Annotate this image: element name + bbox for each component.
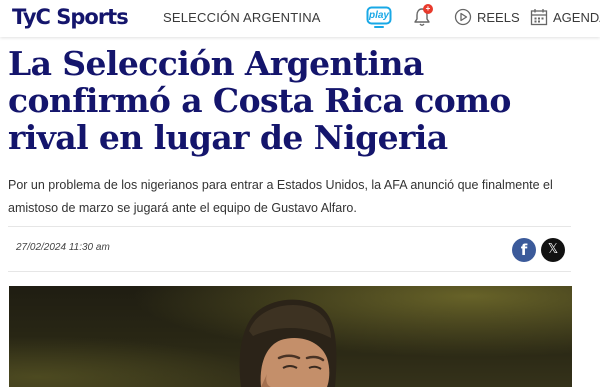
article-lead: Por un problema de los nigerianos para e… bbox=[8, 178, 553, 215]
reels-label: REELS bbox=[477, 9, 520, 25]
agenda-link[interactable]: AGENDA bbox=[530, 7, 600, 27]
share-x-button[interactable]: 𝕏 bbox=[541, 238, 565, 262]
article-title: La Selección Argentina confirmó a Costa … bbox=[8, 44, 511, 157]
nav-seleccion-argentina[interactable]: SELECCIÓN ARGENTINA bbox=[163, 10, 321, 26]
agenda-label: AGENDA bbox=[553, 9, 600, 25]
publish-date: 27/02/2024 11:30 am bbox=[16, 242, 110, 253]
play-circle-icon bbox=[454, 8, 472, 26]
share-facebook-button[interactable]: f bbox=[512, 238, 536, 262]
notification-badge: + bbox=[423, 4, 433, 14]
tyc-sports-logo[interactable]: TyC Sports bbox=[12, 4, 129, 30]
play-label: play bbox=[368, 10, 389, 21]
site-header: TyC Sports SELECCIÓN ARGENTINA play + RE… bbox=[0, 0, 600, 37]
calendar-icon bbox=[530, 9, 548, 26]
article-photo bbox=[9, 286, 572, 387]
reels-link[interactable]: REELS bbox=[454, 7, 520, 27]
player-photo bbox=[9, 286, 572, 387]
play-button[interactable]: play bbox=[366, 6, 392, 29]
divider-bottom bbox=[8, 271, 571, 272]
divider-top bbox=[8, 226, 571, 227]
